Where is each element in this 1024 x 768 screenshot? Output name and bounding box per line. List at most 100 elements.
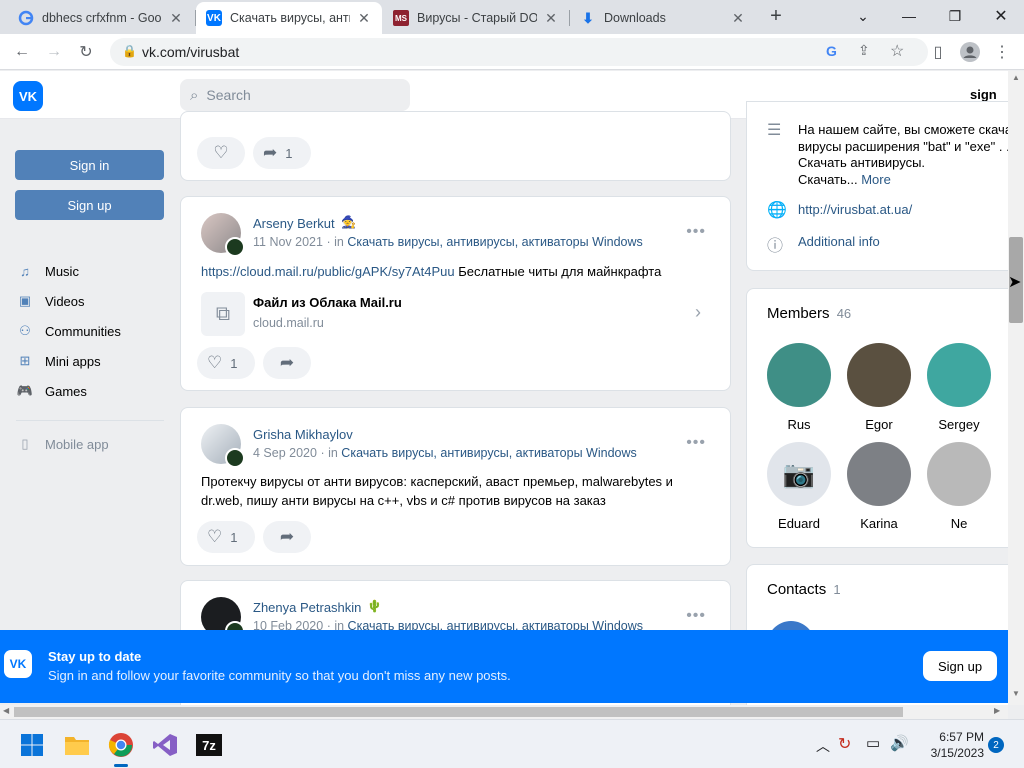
close-icon[interactable]: ✕ <box>730 10 746 27</box>
reload-icon[interactable]: ↻ <box>72 38 100 66</box>
7zip-icon[interactable]: 7z <box>193 729 225 761</box>
sidebar-item-label: Music <box>45 263 79 279</box>
member-item[interactable]: Sergey <box>927 343 991 432</box>
window-close-icon[interactable]: ✕ <box>978 0 1024 32</box>
download-icon: ⬇ <box>582 9 594 26</box>
address-bar[interactable]: 🔒 vk.com/virusbat G ⇪ ☆ <box>110 38 928 66</box>
additional-info-link[interactable]: Additional info <box>798 234 880 249</box>
scroll-left-icon[interactable]: ◀ <box>3 706 9 715</box>
forward-icon[interactable]: → <box>40 38 68 66</box>
contacts-title-text: Contacts <box>767 581 827 598</box>
update-icon[interactable]: ↻ <box>838 734 851 754</box>
display-icon[interactable]: ▭ <box>866 734 880 752</box>
tab-vk[interactable]: VK Скачать вирусы, антив ✕ <box>196 2 382 34</box>
website-link[interactable]: http://virusbat.at.ua/ <box>798 202 912 217</box>
members-count: 46 <box>836 306 852 321</box>
post-community-link[interactable]: Скачать вирусы, антивирусы, активаторы W… <box>347 235 642 249</box>
member-item[interactable]: Rus <box>767 343 831 432</box>
members-title[interactable]: Members 46 <box>767 305 851 322</box>
share-button[interactable]: ➦ <box>263 347 311 379</box>
avatar[interactable] <box>201 213 245 257</box>
tab-downloads[interactable]: ⬇ Downloads ✕ <box>570 2 756 34</box>
close-icon[interactable]: ✕ <box>543 10 559 27</box>
vk-logo[interactable]: VK <box>13 81 43 111</box>
profile-icon[interactable] <box>956 38 984 66</box>
member-item[interactable]: Ne <box>927 442 991 531</box>
show-hidden-icons-icon[interactable]: ︿ <box>816 736 830 756</box>
minimize-icon[interactable]: — <box>886 0 932 32</box>
sidebar-item-music[interactable]: ♫ Music <box>16 259 79 283</box>
community-badge-icon <box>225 237 245 257</box>
sidebar-item-mobile-app[interactable]: ▯ Mobile app <box>16 432 108 456</box>
post-author[interactable]: Grisha Mikhaylov <box>253 427 353 442</box>
browser-toolbar: ← → ↻ 🔒 vk.com/virusbat G ⇪ ☆ ▯ ⋮ <box>0 34 1024 70</box>
avatar <box>927 343 991 407</box>
tab-google[interactable]: dbhecs crfxfnm - Goog ✕ <box>8 2 194 34</box>
more-options-icon[interactable]: ••• <box>686 607 706 625</box>
post-link[interactable]: https://cloud.mail.ru/public/gAPK/sy7At4… <box>201 264 455 279</box>
menu-icon[interactable]: ⋮ <box>988 38 1016 66</box>
community-description: На нашем сайте, вы сможете скача вирусы … <box>798 122 1008 188</box>
post-community-link[interactable]: Скачать вирусы, антивирусы, активаторы W… <box>341 446 636 460</box>
post-author[interactable]: Zhenya Petrashkin <box>253 600 361 615</box>
scroll-right-icon[interactable]: ▶ <box>994 706 1000 715</box>
maximize-icon[interactable]: ❐ <box>932 0 978 32</box>
back-icon[interactable]: ← <box>8 38 36 66</box>
post-author[interactable]: Arseny Berkut <box>253 216 335 231</box>
visual-studio-icon[interactable] <box>149 729 181 761</box>
sidebar-item-communities[interactable]: ⚇ Communities <box>16 319 121 343</box>
description-icon: ☰ <box>767 122 782 139</box>
more-options-icon[interactable]: ••• <box>686 223 706 241</box>
videos-icon: ▣ <box>18 293 32 308</box>
file-explorer-icon[interactable] <box>61 729 93 761</box>
like-button[interactable]: ♡ <box>197 137 245 169</box>
tab-search-icon[interactable]: ⌄ <box>840 0 886 32</box>
close-icon[interactable]: ✕ <box>168 10 184 27</box>
member-item[interactable]: Egor <box>847 343 911 432</box>
globe-icon: 🌐 <box>767 202 787 219</box>
share-button[interactable]: ➦ <box>263 521 311 553</box>
clock[interactable]: 6:57 PM 3/15/2023 <box>918 729 984 761</box>
share-icon[interactable]: ⇪ <box>858 42 870 59</box>
volume-icon[interactable]: 🔊 <box>890 734 909 752</box>
member-item[interactable]: 📷 Eduard <box>767 442 831 531</box>
link-attachment[interactable]: ⧉ Файл из Облака Mail.ru cloud.mail.ru › <box>201 292 711 336</box>
sign-in-button[interactable]: Sign in <box>15 150 164 180</box>
sidebar-item-mini-apps[interactable]: ⊞ Mini apps <box>16 349 101 373</box>
share-button[interactable]: ➦ 1 <box>253 137 311 169</box>
banner-sign-up-button[interactable]: Sign up <box>923 651 997 681</box>
side-panel-icon[interactable]: ▯ <box>924 38 952 66</box>
horizontal-scrollbar[interactable]: ◀ ▶ <box>0 705 1008 719</box>
vk-icon: VK <box>206 10 222 26</box>
vertical-scrollbar[interactable]: ▲ ▼ <box>1008 71 1024 705</box>
heart-icon: ♡ <box>207 353 223 372</box>
sign-in-banner: VK Stay up to date Sign in and follow yo… <box>0 630 1008 703</box>
notification-badge[interactable]: 2 <box>988 737 1004 753</box>
description-line: Скачать антивирусы. <box>798 155 926 170</box>
member-item[interactable]: Karina <box>847 442 911 531</box>
sign-up-button[interactable]: Sign up <box>15 190 164 220</box>
post-date[interactable]: 4 Sep 2020 <box>253 446 317 460</box>
post-date[interactable]: 11 Nov 2021 <box>253 235 323 249</box>
start-button[interactable] <box>16 729 48 761</box>
chrome-icon[interactable] <box>105 729 137 767</box>
sidebar-item-games[interactable]: 🎮 Games <box>16 379 87 403</box>
search-input[interactable]: ⌕ Search <box>180 79 410 111</box>
more-options-icon[interactable]: ••• <box>686 434 706 452</box>
more-link[interactable]: More <box>861 172 891 187</box>
sidebar-item-videos[interactable]: ▣ Videos <box>16 289 85 313</box>
tab-dos[interactable]: MS Вирусы - Старый DOS ✕ <box>383 2 569 34</box>
avatar[interactable] <box>201 424 245 468</box>
games-icon: 🎮 <box>16 383 34 398</box>
contacts-title[interactable]: Contacts 1 <box>767 581 841 598</box>
google-translate-icon[interactable]: G <box>826 43 837 59</box>
bookmark-star-icon[interactable]: ☆ <box>890 41 904 61</box>
scrollbar-thumb[interactable] <box>14 707 903 717</box>
scroll-down-icon[interactable]: ▼ <box>1012 689 1020 698</box>
description-line: вирусы расширения "bat" и "exe" . . <box>798 138 1008 154</box>
like-button[interactable]: ♡ 1 <box>197 521 255 553</box>
close-icon[interactable]: ✕ <box>356 10 372 27</box>
new-tab-button[interactable]: + <box>760 0 792 32</box>
like-button[interactable]: ♡ 1 <box>197 347 255 379</box>
scroll-up-icon[interactable]: ▲ <box>1012 73 1020 82</box>
